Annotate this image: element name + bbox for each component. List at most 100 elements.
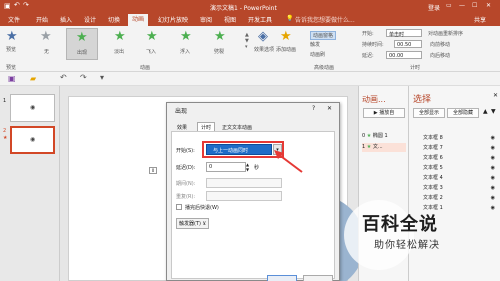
undo-icon[interactable]: ↶ bbox=[14, 1, 20, 9]
anim-list-num: 1 bbox=[362, 144, 366, 150]
eye-icon[interactable]: ◉ bbox=[491, 184, 495, 193]
animation-pane-button[interactable]: 动画窗格 bbox=[310, 31, 337, 40]
tab-file[interactable]: 文件 bbox=[8, 15, 20, 24]
anim-list-item[interactable]: 1 ★ 文... bbox=[362, 143, 406, 152]
help-button[interactable]: ? bbox=[312, 105, 315, 112]
more-icon[interactable]: ▾ bbox=[100, 73, 104, 82]
tab-animations[interactable]: 动画 bbox=[128, 14, 149, 26]
gallery-scroll[interactable]: ▲ ▼ ▾ bbox=[245, 32, 249, 50]
slide-thumb-1[interactable]: ◉ bbox=[10, 94, 55, 122]
slide-number: 2 bbox=[3, 128, 7, 134]
tab-design[interactable]: 设计 bbox=[84, 15, 96, 24]
list-item[interactable]: 文本框 6 ◉ bbox=[423, 154, 495, 163]
window-title: 演示文稿1 - PowerPoint bbox=[210, 5, 277, 12]
tab-developer[interactable]: 开发工具 bbox=[248, 15, 272, 24]
send-backward-icon[interactable]: ▼ bbox=[491, 108, 496, 115]
eye-icon[interactable]: ◉ bbox=[491, 144, 495, 153]
repeat-select[interactable] bbox=[206, 191, 282, 201]
anim-label: 淡出 bbox=[114, 49, 125, 55]
trigger-button[interactable]: 触发 bbox=[310, 41, 320, 48]
anim-label: 飞入 bbox=[146, 49, 157, 55]
eye-icon[interactable]: ◉ bbox=[491, 174, 495, 183]
play-from-button[interactable]: ▶ 播放自 bbox=[363, 108, 405, 118]
anim-list-label: 椭圆 1 bbox=[372, 133, 388, 139]
eye-icon[interactable]: ◉ bbox=[491, 164, 495, 173]
delay-label: 延迟: bbox=[362, 53, 374, 59]
tab-review[interactable]: 审阅 bbox=[200, 15, 212, 24]
list-item[interactable]: 文本框 5 ◉ bbox=[423, 164, 495, 173]
tab-home[interactable]: 开始 bbox=[36, 15, 48, 24]
save-icon[interactable]: ▣ bbox=[8, 74, 16, 83]
period-select[interactable] bbox=[206, 178, 282, 188]
undo-icon[interactable]: ↶ bbox=[60, 73, 67, 82]
reorder-title: 对动画重新排序 bbox=[428, 31, 464, 37]
tell-me-input[interactable]: 告诉我您想要做什么... bbox=[295, 15, 355, 24]
period-label: 期间(N): bbox=[176, 181, 196, 187]
minimize-button[interactable]: — bbox=[459, 2, 465, 9]
show-all-button[interactable]: 全部显示 bbox=[413, 108, 445, 118]
list-item[interactable]: 文本框 3 ◉ bbox=[423, 184, 495, 193]
redo-icon[interactable]: ↷ bbox=[23, 1, 29, 9]
effect-options-icon[interactable]: ◈ bbox=[258, 30, 268, 43]
dialog-close-button[interactable]: ✕ bbox=[327, 105, 332, 112]
anim-none[interactable]: ★ 无 bbox=[34, 28, 60, 58]
tab-slideshow[interactable]: 幻灯片放映 bbox=[158, 15, 188, 24]
start-select[interactable]: 单击时 bbox=[386, 29, 422, 38]
anim-appear[interactable]: ★ 出现 bbox=[66, 28, 98, 60]
eye-icon[interactable]: ◉ bbox=[491, 134, 495, 143]
tab-effect[interactable]: 效果 bbox=[177, 124, 187, 131]
anim-float-in[interactable]: ★ 浮入 bbox=[174, 28, 200, 58]
anim-fly-in[interactable]: ★ 飞入 bbox=[140, 28, 166, 58]
add-animation-label[interactable]: 添加动画 bbox=[276, 46, 296, 53]
dialog-title: 出现 bbox=[175, 108, 188, 115]
anim-fade[interactable]: ★ 淡出 bbox=[108, 28, 134, 58]
close-button[interactable]: ✕ bbox=[486, 2, 491, 9]
share-button[interactable]: 共享 bbox=[474, 15, 486, 24]
delay-input[interactable]: 00.00 bbox=[386, 51, 422, 59]
pane-close-icon[interactable]: ✕ bbox=[493, 92, 498, 99]
duration-input[interactable]: 00.50 bbox=[394, 40, 422, 48]
animation-painter-button[interactable]: 动画刷 bbox=[310, 51, 325, 58]
redo-icon[interactable]: ↷ bbox=[80, 73, 87, 82]
bring-forward-icon[interactable]: ▲ bbox=[483, 108, 488, 115]
tab-text-animation[interactable]: 正文文本动画 bbox=[222, 124, 252, 131]
login-link[interactable]: 登录 bbox=[428, 3, 440, 12]
watermark-subtitle: 助你轻松解决 bbox=[374, 240, 440, 251]
trigger-button[interactable]: 触发器(T) ⊻ bbox=[176, 218, 210, 229]
slide-thumb-2[interactable]: ◉ bbox=[10, 126, 55, 154]
cancel-button[interactable] bbox=[303, 275, 333, 281]
preview-icon[interactable]: ★ bbox=[6, 30, 18, 43]
delay-input[interactable]: 0 bbox=[206, 162, 246, 172]
star-icon: ★ bbox=[214, 29, 226, 44]
preview-button-label[interactable]: 预览 bbox=[6, 46, 16, 53]
ribbon-display-button[interactable]: ▭ bbox=[446, 2, 452, 9]
delay-spinner-icon[interactable]: ▲ ▼ bbox=[246, 162, 249, 172]
move-later-button[interactable]: 向后移动 bbox=[430, 52, 450, 59]
save-icon[interactable]: ▣ bbox=[4, 2, 11, 10]
hide-all-button[interactable]: 全部隐藏 bbox=[447, 108, 479, 118]
tab-view[interactable]: 视图 bbox=[224, 15, 236, 24]
effect-options-label[interactable]: 效果选项 bbox=[254, 46, 274, 53]
sel-item-label: 文本框 5 bbox=[423, 165, 443, 171]
folder-icon[interactable]: ▰ bbox=[30, 74, 36, 83]
object-dot-icon: ◉ bbox=[30, 136, 36, 143]
list-item[interactable]: 文本框 4 ◉ bbox=[423, 174, 495, 183]
ok-button[interactable] bbox=[267, 275, 297, 281]
anim-split[interactable]: ★ 劈裂 bbox=[208, 28, 234, 58]
tab-insert[interactable]: 插入 bbox=[60, 15, 72, 24]
list-item[interactable]: 文本框 8 ◉ bbox=[423, 134, 495, 143]
rewind-checkbox[interactable] bbox=[176, 204, 182, 210]
eye-icon[interactable]: ◉ bbox=[491, 204, 495, 213]
move-earlier-button[interactable]: 向前移动 bbox=[430, 41, 450, 48]
tab-transitions[interactable]: 切换 bbox=[108, 15, 120, 24]
sel-item-label: 文本框 3 bbox=[423, 185, 443, 191]
list-item[interactable]: 文本框 2 ◉ bbox=[423, 194, 495, 203]
anim-list-item[interactable]: 0 ★ 椭圆 1 bbox=[362, 132, 406, 141]
eye-icon[interactable]: ◉ bbox=[491, 194, 495, 203]
delay-unit: 秒 bbox=[254, 165, 260, 171]
maximize-button[interactable]: ☐ bbox=[472, 2, 477, 9]
add-animation-icon[interactable]: ★ bbox=[280, 30, 292, 43]
list-item[interactable]: 文本框 7 ◉ bbox=[423, 144, 495, 153]
eye-icon[interactable]: ◉ bbox=[491, 154, 495, 163]
star-icon: ★ bbox=[76, 30, 88, 45]
